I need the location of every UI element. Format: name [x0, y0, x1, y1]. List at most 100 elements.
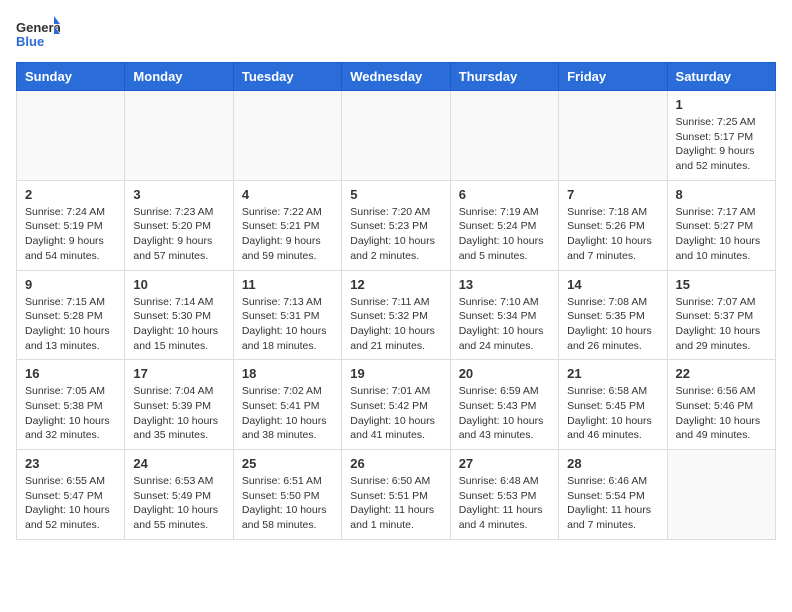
calendar-day-cell: 13 Sunrise: 7:10 AM Sunset: 5:34 PM Dayli…	[450, 270, 558, 360]
day-number: 19	[350, 366, 441, 381]
svg-text:Blue: Blue	[16, 34, 44, 49]
day-number: 20	[459, 366, 550, 381]
day-info: Sunrise: 6:53 AM Sunset: 5:49 PM Dayligh…	[133, 474, 224, 533]
calendar-day-cell: 24 Sunrise: 6:53 AM Sunset: 5:49 PM Dayli…	[125, 450, 233, 540]
day-info: Sunrise: 7:14 AM Sunset: 5:30 PM Dayligh…	[133, 295, 224, 354]
calendar-day-cell: 18 Sunrise: 7:02 AM Sunset: 5:41 PM Dayli…	[233, 360, 341, 450]
day-info: Sunrise: 7:20 AM Sunset: 5:23 PM Dayligh…	[350, 205, 441, 264]
calendar-day-cell: 12 Sunrise: 7:11 AM Sunset: 5:32 PM Dayli…	[342, 270, 450, 360]
day-number: 24	[133, 456, 224, 471]
day-info: Sunrise: 7:23 AM Sunset: 5:20 PM Dayligh…	[133, 205, 224, 264]
day-info: Sunrise: 7:15 AM Sunset: 5:28 PM Dayligh…	[25, 295, 116, 354]
day-info: Sunrise: 7:01 AM Sunset: 5:42 PM Dayligh…	[350, 384, 441, 443]
logo: General Blue	[16, 16, 60, 54]
day-number: 3	[133, 187, 224, 202]
calendar-day-cell: 26 Sunrise: 6:50 AM Sunset: 5:51 PM Dayli…	[342, 450, 450, 540]
calendar: SundayMondayTuesdayWednesdayThursdayFrid…	[16, 62, 776, 540]
day-number: 7	[567, 187, 658, 202]
day-info: Sunrise: 7:11 AM Sunset: 5:32 PM Dayligh…	[350, 295, 441, 354]
day-info: Sunrise: 6:55 AM Sunset: 5:47 PM Dayligh…	[25, 474, 116, 533]
calendar-day-cell: 22Sunrise: 6:56 AM Sunset: 5:46 PM Dayli…	[667, 360, 775, 450]
calendar-day-cell: 10 Sunrise: 7:14 AM Sunset: 5:30 PM Dayli…	[125, 270, 233, 360]
calendar-day-cell: 23 Sunrise: 6:55 AM Sunset: 5:47 PM Dayli…	[17, 450, 125, 540]
day-number: 21	[567, 366, 658, 381]
day-of-week-header: Monday	[125, 63, 233, 91]
calendar-day-cell: 20 Sunrise: 6:59 AM Sunset: 5:43 PM Dayli…	[450, 360, 558, 450]
day-number: 26	[350, 456, 441, 471]
calendar-day-cell: 17 Sunrise: 7:04 AM Sunset: 5:39 PM Dayli…	[125, 360, 233, 450]
day-info: Sunrise: 7:19 AM Sunset: 5:24 PM Dayligh…	[459, 205, 550, 264]
day-number: 11	[242, 277, 333, 292]
day-number: 10	[133, 277, 224, 292]
calendar-day-cell	[233, 91, 341, 181]
calendar-day-cell: 5 Sunrise: 7:20 AM Sunset: 5:23 PM Daylig…	[342, 180, 450, 270]
calendar-day-cell: 16 Sunrise: 7:05 AM Sunset: 5:38 PM Dayli…	[17, 360, 125, 450]
day-info: Sunrise: 7:24 AM Sunset: 5:19 PM Dayligh…	[25, 205, 116, 264]
day-info: Sunrise: 7:07 AM Sunset: 5:37 PM Dayligh…	[676, 295, 767, 354]
day-number: 14	[567, 277, 658, 292]
day-number: 13	[459, 277, 550, 292]
calendar-day-cell: 14 Sunrise: 7:08 AM Sunset: 5:35 PM Dayli…	[559, 270, 667, 360]
day-info: Sunrise: 7:17 AM Sunset: 5:27 PM Dayligh…	[676, 205, 767, 264]
day-number: 28	[567, 456, 658, 471]
day-info: Sunrise: 7:18 AM Sunset: 5:26 PM Dayligh…	[567, 205, 658, 264]
day-number: 18	[242, 366, 333, 381]
day-number: 16	[25, 366, 116, 381]
calendar-week-row: 9 Sunrise: 7:15 AM Sunset: 5:28 PM Daylig…	[17, 270, 776, 360]
calendar-day-cell: 6 Sunrise: 7:19 AM Sunset: 5:24 PM Daylig…	[450, 180, 558, 270]
calendar-week-row: 16 Sunrise: 7:05 AM Sunset: 5:38 PM Dayli…	[17, 360, 776, 450]
calendar-day-cell: 4Sunrise: 7:22 AM Sunset: 5:21 PM Daylig…	[233, 180, 341, 270]
logo-svg: General Blue	[16, 16, 60, 54]
day-number: 15	[676, 277, 767, 292]
calendar-day-cell: 25Sunrise: 6:51 AM Sunset: 5:50 PM Dayli…	[233, 450, 341, 540]
day-number: 1	[676, 97, 767, 112]
day-number: 22	[676, 366, 767, 381]
day-info: Sunrise: 7:08 AM Sunset: 5:35 PM Dayligh…	[567, 295, 658, 354]
calendar-day-cell: 27 Sunrise: 6:48 AM Sunset: 5:53 PM Dayli…	[450, 450, 558, 540]
day-number: 12	[350, 277, 441, 292]
header: General Blue	[16, 16, 776, 54]
day-info: Sunrise: 7:04 AM Sunset: 5:39 PM Dayligh…	[133, 384, 224, 443]
day-info: Sunrise: 6:59 AM Sunset: 5:43 PM Dayligh…	[459, 384, 550, 443]
day-info: Sunrise: 7:13 AM Sunset: 5:31 PM Dayligh…	[242, 295, 333, 354]
day-info: Sunrise: 6:46 AM Sunset: 5:54 PM Dayligh…	[567, 474, 658, 533]
day-of-week-header: Friday	[559, 63, 667, 91]
day-number: 23	[25, 456, 116, 471]
calendar-day-cell: 9 Sunrise: 7:15 AM Sunset: 5:28 PM Daylig…	[17, 270, 125, 360]
calendar-day-cell: 19 Sunrise: 7:01 AM Sunset: 5:42 PM Dayli…	[342, 360, 450, 450]
calendar-day-cell: 15 Sunrise: 7:07 AM Sunset: 5:37 PM Dayli…	[667, 270, 775, 360]
day-number: 6	[459, 187, 550, 202]
calendar-day-cell	[17, 91, 125, 181]
day-info: Sunrise: 7:02 AM Sunset: 5:41 PM Dayligh…	[242, 384, 333, 443]
calendar-day-cell: 3 Sunrise: 7:23 AM Sunset: 5:20 PM Daylig…	[125, 180, 233, 270]
day-info: Sunrise: 6:48 AM Sunset: 5:53 PM Dayligh…	[459, 474, 550, 533]
calendar-week-row: 2 Sunrise: 7:24 AM Sunset: 5:19 PM Daylig…	[17, 180, 776, 270]
calendar-day-cell: 11 Sunrise: 7:13 AM Sunset: 5:31 PM Dayli…	[233, 270, 341, 360]
day-number: 25	[242, 456, 333, 471]
day-number: 8	[676, 187, 767, 202]
day-info: Sunrise: 7:05 AM Sunset: 5:38 PM Dayligh…	[25, 384, 116, 443]
calendar-day-cell	[342, 91, 450, 181]
day-info: Sunrise: 7:10 AM Sunset: 5:34 PM Dayligh…	[459, 295, 550, 354]
day-number: 27	[459, 456, 550, 471]
calendar-week-row: 1Sunrise: 7:25 AM Sunset: 5:17 PM Daylig…	[17, 91, 776, 181]
day-number: 2	[25, 187, 116, 202]
day-of-week-header: Tuesday	[233, 63, 341, 91]
day-number: 5	[350, 187, 441, 202]
day-number: 9	[25, 277, 116, 292]
calendar-header-row: SundayMondayTuesdayWednesdayThursdayFrid…	[17, 63, 776, 91]
day-of-week-header: Sunday	[17, 63, 125, 91]
day-of-week-header: Saturday	[667, 63, 775, 91]
day-info: Sunrise: 7:22 AM Sunset: 5:21 PM Dayligh…	[242, 205, 333, 264]
calendar-week-row: 23 Sunrise: 6:55 AM Sunset: 5:47 PM Dayli…	[17, 450, 776, 540]
day-info: Sunrise: 6:58 AM Sunset: 5:45 PM Dayligh…	[567, 384, 658, 443]
day-info: Sunrise: 6:50 AM Sunset: 5:51 PM Dayligh…	[350, 474, 441, 533]
svg-text:General: General	[16, 20, 60, 35]
calendar-day-cell: 28 Sunrise: 6:46 AM Sunset: 5:54 PM Dayli…	[559, 450, 667, 540]
calendar-day-cell	[125, 91, 233, 181]
day-number: 17	[133, 366, 224, 381]
calendar-day-cell: 8 Sunrise: 7:17 AM Sunset: 5:27 PM Daylig…	[667, 180, 775, 270]
calendar-day-cell	[450, 91, 558, 181]
day-of-week-header: Wednesday	[342, 63, 450, 91]
calendar-day-cell	[559, 91, 667, 181]
